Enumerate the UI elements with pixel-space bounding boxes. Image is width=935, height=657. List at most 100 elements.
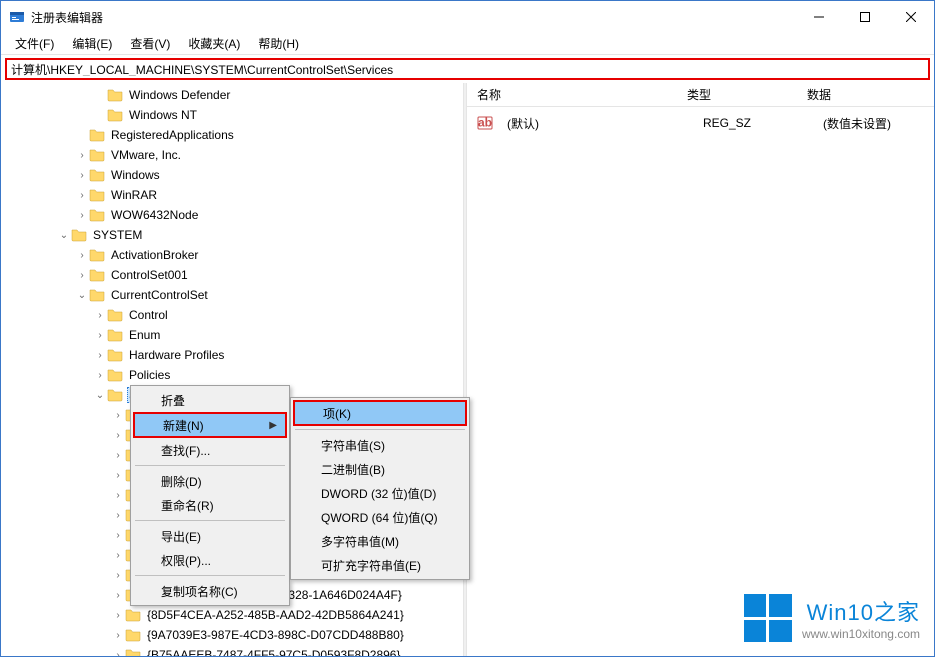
expand-icon[interactable]: ⌄ <box>57 230 71 241</box>
folder-icon <box>89 167 105 183</box>
expand-icon[interactable]: › <box>111 510 125 521</box>
folder-icon <box>107 327 123 343</box>
expand-icon[interactable]: › <box>111 630 125 641</box>
menu-item[interactable]: 二进制值(B) <box>293 457 467 481</box>
watermark-url: www.win10xitong.com <box>802 627 920 641</box>
tree-node[interactable]: › {B75AAEEB-7487-4FF5-97C5-D0593F8D2896} <box>1 645 463 656</box>
expand-icon[interactable]: › <box>111 590 125 601</box>
close-button[interactable] <box>888 1 934 33</box>
expand-icon[interactable]: › <box>111 550 125 561</box>
menu-view[interactable]: 查看(V) <box>122 33 178 54</box>
windows-logo-icon <box>744 594 792 642</box>
expand-icon[interactable]: › <box>93 370 107 381</box>
tree-node[interactable]: ›WOW6432Node <box>1 205 463 225</box>
expand-icon[interactable]: › <box>111 450 125 461</box>
menu-file[interactable]: 文件(F) <box>7 33 62 54</box>
menu-item[interactable]: 可扩充字符串值(E) <box>293 553 467 577</box>
maximize-button[interactable] <box>842 1 888 33</box>
col-name[interactable]: 名称 <box>467 86 677 103</box>
tree-node[interactable]: › WinRAR <box>1 185 463 205</box>
menu-item[interactable]: 导出(E) <box>133 524 287 548</box>
tree-node[interactable]: › Hardware Profiles <box>1 345 463 365</box>
tree-label: Hardware Profiles <box>127 347 226 363</box>
menu-item[interactable]: DWORD (32 位)值(D) <box>293 481 467 505</box>
folder-icon <box>89 127 105 143</box>
folder-icon <box>125 647 141 656</box>
tree-node[interactable]: ⌄SYSTEM <box>1 225 463 245</box>
tree-node[interactable]: ›Policies <box>1 365 463 385</box>
tree-label: Windows Defender <box>127 87 232 103</box>
tree-label: {8D5F4CEA-A252-485B-AAD2-42DB5864A241} <box>145 607 406 623</box>
expand-icon[interactable]: › <box>111 410 125 421</box>
tree-node[interactable]: › {8D5F4CEA-A252-485B-AAD2-42DB5864A241} <box>1 605 463 625</box>
menu-item[interactable]: 重命名(R) <box>133 493 287 517</box>
folder-icon <box>107 107 123 123</box>
tree-label: Windows <box>109 167 162 183</box>
folder-icon <box>107 347 123 363</box>
value-type: REG_SZ <box>693 116 813 130</box>
expand-icon[interactable]: › <box>75 150 89 161</box>
tree-node[interactable]: ›Control <box>1 305 463 325</box>
col-type[interactable]: 类型 <box>677 86 797 103</box>
expand-icon[interactable]: › <box>75 190 89 201</box>
expand-icon[interactable]: › <box>93 350 107 361</box>
expand-icon[interactable]: › <box>111 530 125 541</box>
address-input[interactable] <box>11 62 924 76</box>
folder-icon <box>125 627 141 643</box>
expand-icon[interactable]: ⌄ <box>75 290 89 301</box>
list-body[interactable]: ab (默认) REG_SZ (数值未设置) <box>467 107 934 656</box>
tree-node[interactable]: ›ControlSet001 <box>1 265 463 285</box>
tree-label: {B75AAEEB-7487-4FF5-97C5-D0593F8D2896} <box>145 647 403 656</box>
expand-icon[interactable]: › <box>111 650 125 657</box>
tree-node[interactable]: RegisteredApplications <box>1 125 463 145</box>
tree-node[interactable]: › {9A7039E3-987E-4CD3-898C-D07CDD488B80} <box>1 625 463 645</box>
menu-help[interactable]: 帮助(H) <box>250 33 307 54</box>
tree-label: ActivationBroker <box>109 247 200 263</box>
tree-node[interactable]: › ActivationBroker <box>1 245 463 265</box>
expand-icon[interactable]: › <box>111 610 125 621</box>
address-bar <box>5 58 930 80</box>
menu-item[interactable]: 复制项名称(C) <box>133 579 287 603</box>
tree-node[interactable]: Windows NT <box>1 105 463 125</box>
menu-item[interactable]: 折叠 <box>133 388 287 412</box>
expand-icon[interactable]: › <box>75 250 89 261</box>
menu-item[interactable]: 项(K) <box>293 400 467 426</box>
col-data[interactable]: 数据 <box>797 86 934 103</box>
window-title: 注册表编辑器 <box>31 9 796 26</box>
tree-node[interactable]: Windows Defender <box>1 85 463 105</box>
tree-node[interactable]: ⌄CurrentControlSet <box>1 285 463 305</box>
menu-item[interactable]: 字符串值(S) <box>293 433 467 457</box>
expand-icon[interactable]: › <box>75 210 89 221</box>
menu-item[interactable]: 查找(F)... <box>133 438 287 462</box>
tree-node[interactable]: ›Enum <box>1 325 463 345</box>
tree-label: {9A7039E3-987E-4CD3-898C-D07CDD488B80} <box>145 627 406 643</box>
expand-icon[interactable]: › <box>111 470 125 481</box>
context-submenu-new: 项(K) 字符串值(S)二进制值(B)DWORD (32 位)值(D)QWORD … <box>290 397 470 580</box>
expand-icon[interactable]: › <box>93 310 107 321</box>
menu-item[interactable]: 权限(P)... <box>133 548 287 572</box>
tree-node[interactable]: ›VMware, Inc. <box>1 145 463 165</box>
expand-icon[interactable]: › <box>75 270 89 281</box>
expand-icon[interactable]: › <box>111 430 125 441</box>
menu-favorites[interactable]: 收藏夹(A) <box>180 33 248 54</box>
expand-icon[interactable]: › <box>75 170 89 181</box>
minimize-button[interactable] <box>796 1 842 33</box>
tree-node[interactable]: › Windows <box>1 165 463 185</box>
menu-item[interactable]: 新建(N)▶ <box>133 412 287 438</box>
value-data: (数值未设置) <box>813 115 934 132</box>
tree-label: WinRAR <box>109 187 159 203</box>
value-row[interactable]: ab (默认) REG_SZ (数值未设置) <box>467 113 934 133</box>
tree-label: Windows NT <box>127 107 199 123</box>
menu-item[interactable]: 删除(D) <box>133 469 287 493</box>
expand-icon[interactable]: › <box>111 570 125 581</box>
menu-edit[interactable]: 编辑(E) <box>64 33 120 54</box>
list-header: 名称 类型 数据 <box>467 83 934 107</box>
folder-icon <box>89 187 105 203</box>
titlebar[interactable]: 注册表编辑器 <box>1 1 934 33</box>
menubar: 文件(F) 编辑(E) 查看(V) 收藏夹(A) 帮助(H) <box>1 33 934 55</box>
expand-icon[interactable]: › <box>93 330 107 341</box>
expand-icon[interactable]: › <box>111 490 125 501</box>
menu-item[interactable]: QWORD (64 位)值(Q) <box>293 505 467 529</box>
menu-item[interactable]: 多字符串值(M) <box>293 529 467 553</box>
expand-icon[interactable]: ⌄ <box>93 390 107 401</box>
